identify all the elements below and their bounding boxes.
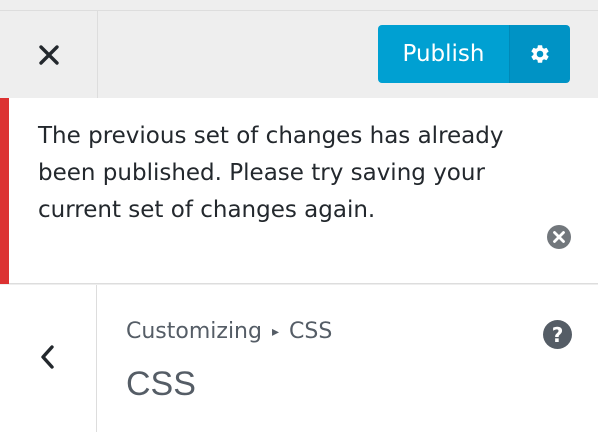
- publish-settings-button[interactable]: [510, 25, 570, 83]
- section-header: Customizing ▸ CSS CSS ?: [0, 285, 598, 432]
- close-icon: [38, 44, 59, 65]
- section-title: CSS: [126, 365, 196, 403]
- help-question-icon: ?: [551, 322, 564, 347]
- breadcrumb-root: Customizing: [126, 319, 262, 344]
- breadcrumb-separator-icon: ▸: [271, 323, 279, 340]
- breadcrumb: Customizing ▸ CSS: [126, 319, 332, 344]
- help-button[interactable]: ?: [543, 320, 572, 349]
- dismiss-circle-x-icon: [547, 225, 571, 249]
- notice-error-accent: [0, 98, 9, 284]
- breadcrumb-current: CSS: [289, 319, 333, 344]
- gear-icon: [531, 45, 549, 63]
- close-customizer-button[interactable]: [0, 11, 98, 98]
- dismiss-notice-button[interactable]: [545, 223, 573, 251]
- customizer-header: Publish: [0, 0, 598, 98]
- back-button[interactable]: [0, 285, 97, 432]
- notice-message: The previous set of changes has already …: [38, 123, 504, 223]
- publish-button-group: Publish: [378, 25, 570, 83]
- publish-button-label: Publish: [402, 41, 485, 67]
- publish-button[interactable]: Publish: [378, 25, 510, 83]
- error-notice: The previous set of changes has already …: [0, 98, 598, 284]
- chevron-left-icon: [41, 345, 54, 369]
